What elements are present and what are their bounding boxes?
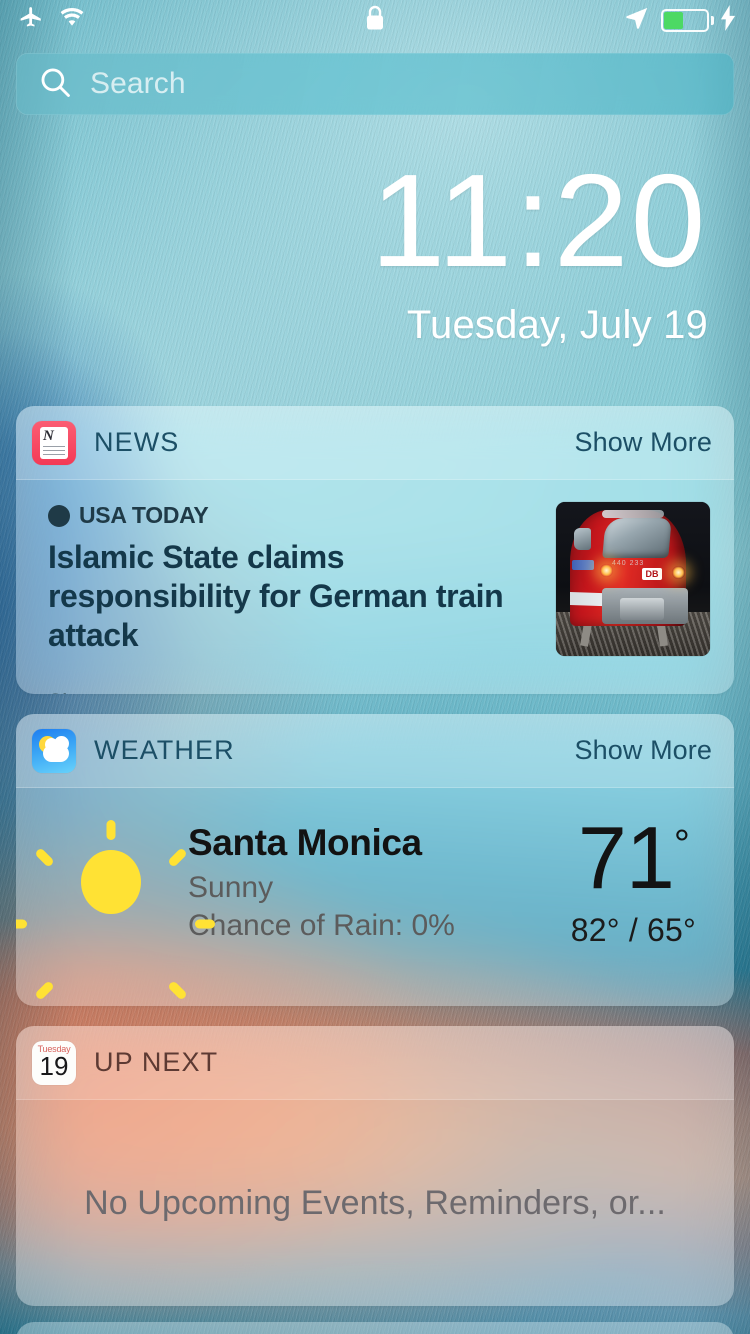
- news-source-name: USA TODAY: [79, 502, 209, 528]
- usa-today-logo-icon: [48, 504, 70, 527]
- weather-temp-value: 71: [577, 808, 675, 907]
- lock-screen-today-view: Search 11:20 Tuesday, July 19 N NEWS Sho…: [0, 0, 750, 1334]
- status-bar: [0, 0, 750, 40]
- wifi-icon: [58, 7, 86, 34]
- location-arrow-icon: [624, 5, 650, 36]
- weather-widget-header: WEATHER Show More: [16, 714, 734, 788]
- weather-city: Santa Monica: [188, 821, 422, 863]
- news-widget-header: N NEWS Show More: [16, 406, 734, 480]
- battery-icon: [661, 8, 714, 32]
- weather-show-more-button[interactable]: Show More: [575, 735, 712, 766]
- sun-ray: [167, 980, 188, 1002]
- weather-chance-of-rain: Chance of Rain: 0%: [188, 908, 455, 942]
- status-bar-right: [624, 4, 750, 36]
- news-app-icon: N: [32, 420, 76, 465]
- up-next-widget-body: No Upcoming Events, Reminders, or...: [16, 1100, 734, 1306]
- news-headline[interactable]: Islamic State claims responsibility for …: [48, 538, 538, 655]
- battery-fill: [664, 11, 683, 29]
- weather-degree-symbol: °: [673, 822, 690, 867]
- up-next-widget-header: Tuesday 19 UP NEXT: [16, 1026, 734, 1100]
- weather-condition: Sunny: [188, 870, 274, 904]
- weather-app-icon: [32, 728, 76, 773]
- news-show-more-button[interactable]: Show More: [575, 427, 712, 458]
- news-story-text: USA TODAY Islamic State claims responsib…: [48, 502, 556, 694]
- weather-location-block: Santa Monica Sunny Chance of Rain: 0%: [176, 822, 571, 943]
- search-icon: [38, 65, 72, 104]
- news-widget[interactable]: N NEWS Show More USA TODAY Islamic State…: [16, 406, 734, 694]
- weather-high-low: 82° / 65°: [570, 911, 696, 948]
- calendar-app-icon: Tuesday 19: [32, 1040, 76, 1085]
- up-next-widget-title: UP NEXT: [94, 1047, 219, 1077]
- clock-date: Tuesday, July 19: [406, 303, 708, 347]
- status-bar-left: [0, 5, 86, 36]
- up-next-widget[interactable]: Tuesday 19 UP NEXT No Upcoming Events, R…: [16, 1026, 734, 1306]
- weather-current-conditions: Santa Monica Sunny Chance of Rain: 0% 71…: [16, 788, 734, 1002]
- news-widget-title: NEWS: [94, 427, 180, 457]
- calendar-icon-day: 19: [39, 1050, 69, 1081]
- news-source: USA TODAY: [48, 502, 538, 529]
- news-story[interactable]: USA TODAY Islamic State claims responsib…: [16, 480, 734, 694]
- news-thumbnail-image[interactable]: 440 233: [556, 502, 710, 656]
- charging-bolt-icon: [720, 4, 736, 36]
- lock-screen-clock: 11:20 Tuesday, July 19: [371, 155, 708, 348]
- weather-current-temp: 71°: [571, 814, 696, 902]
- clock-time: 11:20: [370, 147, 708, 294]
- weather-widget-title: WEATHER: [94, 735, 235, 765]
- weather-widget[interactable]: WEATHER Show More Santa Monica Sunny Cha…: [16, 714, 734, 1006]
- sun-ray: [16, 919, 27, 929]
- airplane-icon: [18, 5, 44, 36]
- search-bar[interactable]: Search: [16, 53, 734, 115]
- sun-ray: [195, 919, 215, 929]
- weather-widget-body: Santa Monica Sunny Chance of Rain: 0% 71…: [16, 788, 734, 1002]
- sun-ray: [34, 847, 55, 869]
- sun-ray: [34, 980, 55, 1002]
- next-widget-peek[interactable]: [16, 1322, 734, 1334]
- weather-temperature-block: 71° 82° / 65°: [570, 814, 700, 949]
- sun-icon: [16, 817, 215, 1002]
- news-timestamp: 6h: [48, 689, 538, 694]
- up-next-empty-state: No Upcoming Events, Reminders, or...: [84, 1183, 666, 1222]
- search-input-placeholder[interactable]: Search: [90, 67, 186, 101]
- sun-ray: [106, 820, 116, 841]
- lock-icon: [364, 4, 386, 37]
- news-widget-body: USA TODAY Islamic State claims responsib…: [16, 480, 734, 694]
